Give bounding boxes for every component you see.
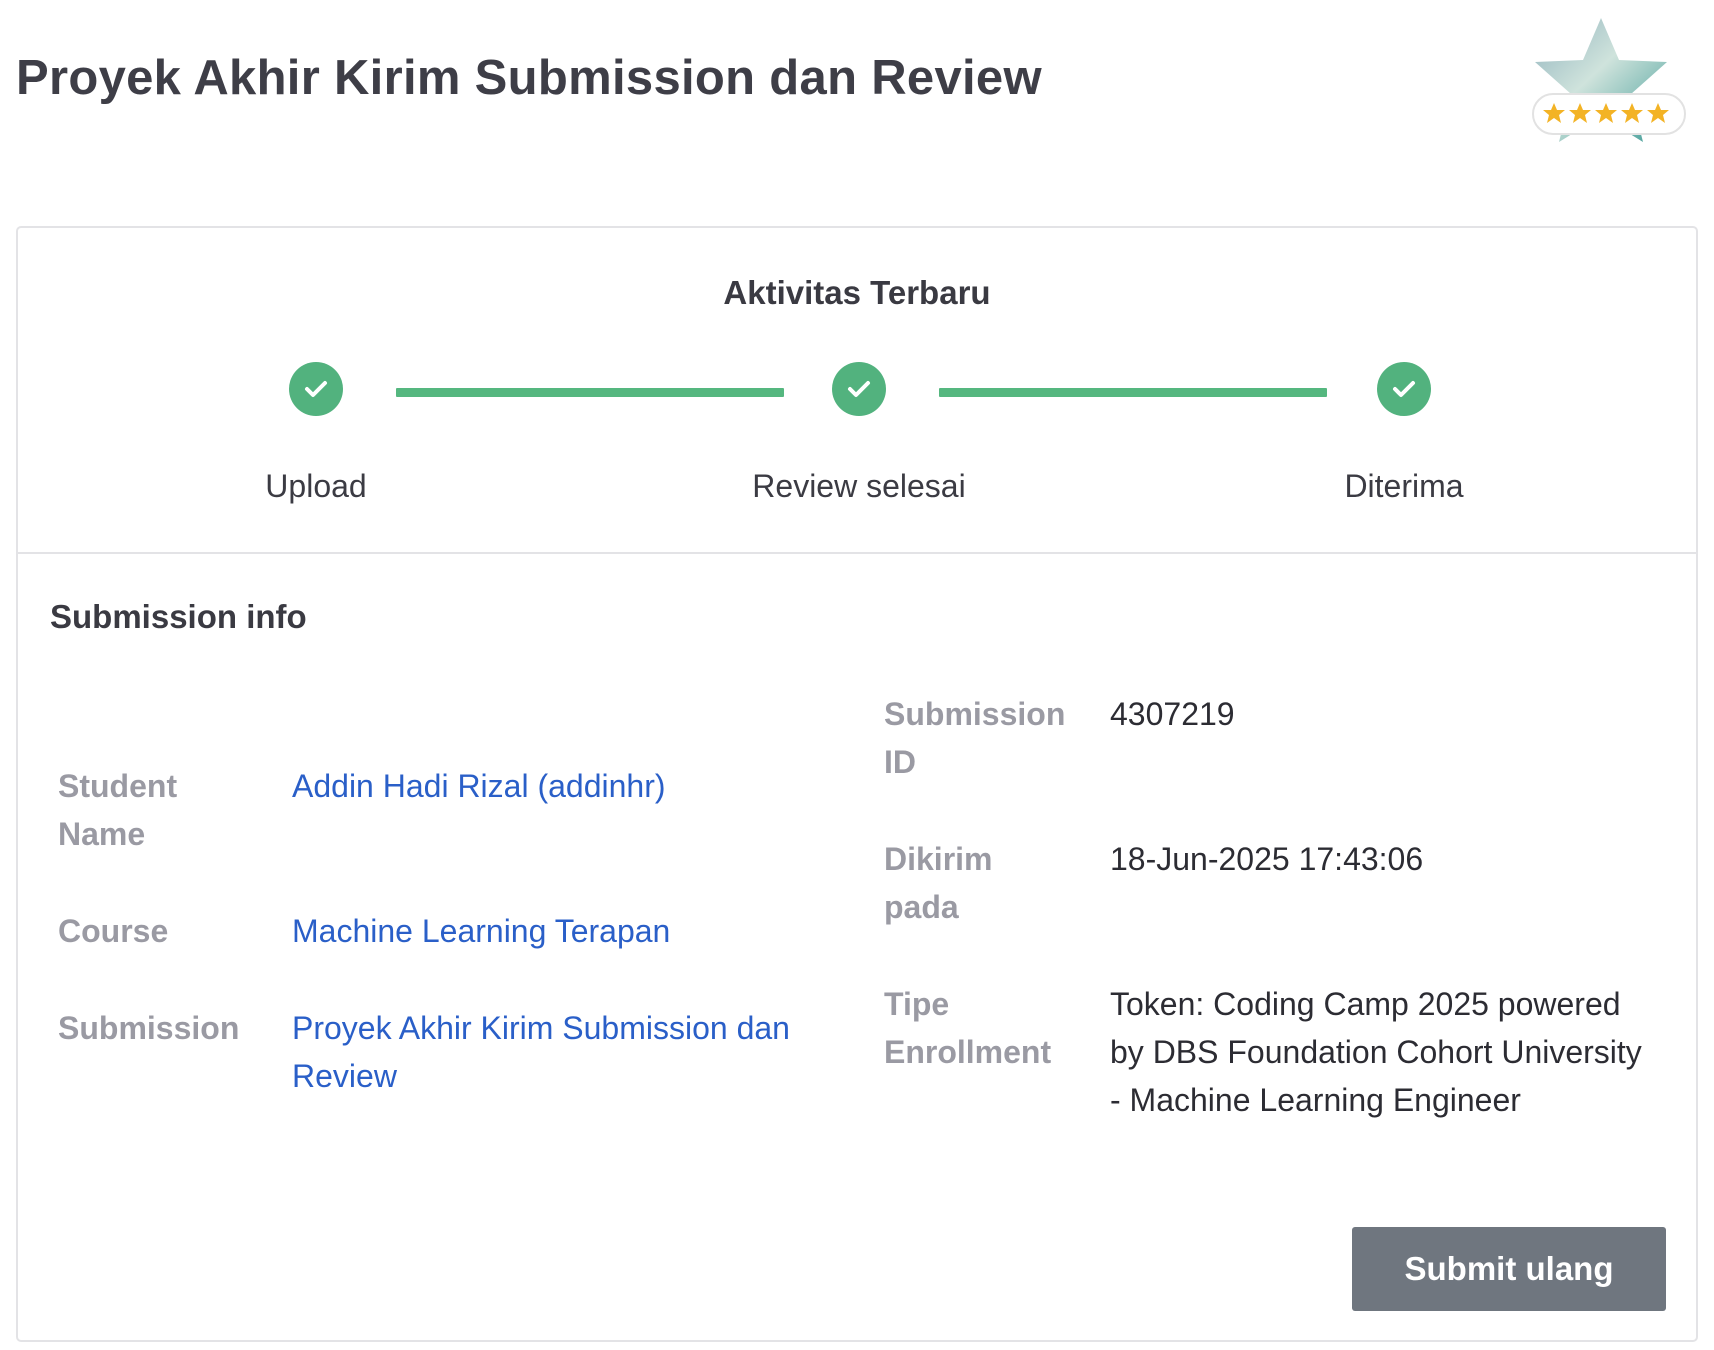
submission-id-value: 4307219 (1110, 696, 1235, 732)
course-link[interactable]: Machine Learning Terapan (292, 907, 852, 955)
submission-card: Aktivitas Terbaru Upload Review selesai … (16, 226, 1698, 1342)
page-title: Proyek Akhir Kirim Submission dan Review (16, 51, 1042, 105)
submission-info-title: Submission info (50, 598, 307, 635)
step-label-accepted: Diterima (1344, 468, 1464, 504)
step-label-review: Review selesai (752, 468, 966, 504)
enrollment-type-label: Tipe Enrollment (884, 986, 1052, 1070)
activity-section: Aktivitas Terbaru Upload Review selesai … (18, 228, 1696, 554)
star-rating-badge-icon (1515, 14, 1695, 152)
step-connector (396, 388, 784, 397)
enrollment-type-value: Token: Coding Camp 2025 powered by DBS F… (1110, 986, 1642, 1118)
submission-link[interactable]: Proyek Akhir Kirim Submission dan Review (292, 1004, 852, 1100)
student-name-link[interactable]: Addin Hadi Rizal (addinhr) (292, 762, 852, 810)
step-connector (939, 388, 1327, 397)
course-label: Course (58, 913, 169, 949)
step-upload-check-icon (289, 362, 343, 416)
resubmit-button[interactable]: Submit ulang (1352, 1227, 1666, 1311)
submission-id-label: Submission ID (884, 696, 1066, 780)
sent-at-value: 18-Jun-2025 17:43:06 (1110, 841, 1424, 877)
activity-title: Aktivitas Terbaru (723, 274, 991, 311)
student-name-label: Student Name (58, 768, 178, 852)
step-review-check-icon (832, 362, 886, 416)
submission-label: Submission (58, 1010, 240, 1046)
sent-at-label: Dikirim pada (884, 841, 993, 925)
step-label-upload: Upload (265, 468, 367, 504)
step-accepted-check-icon (1377, 362, 1431, 416)
